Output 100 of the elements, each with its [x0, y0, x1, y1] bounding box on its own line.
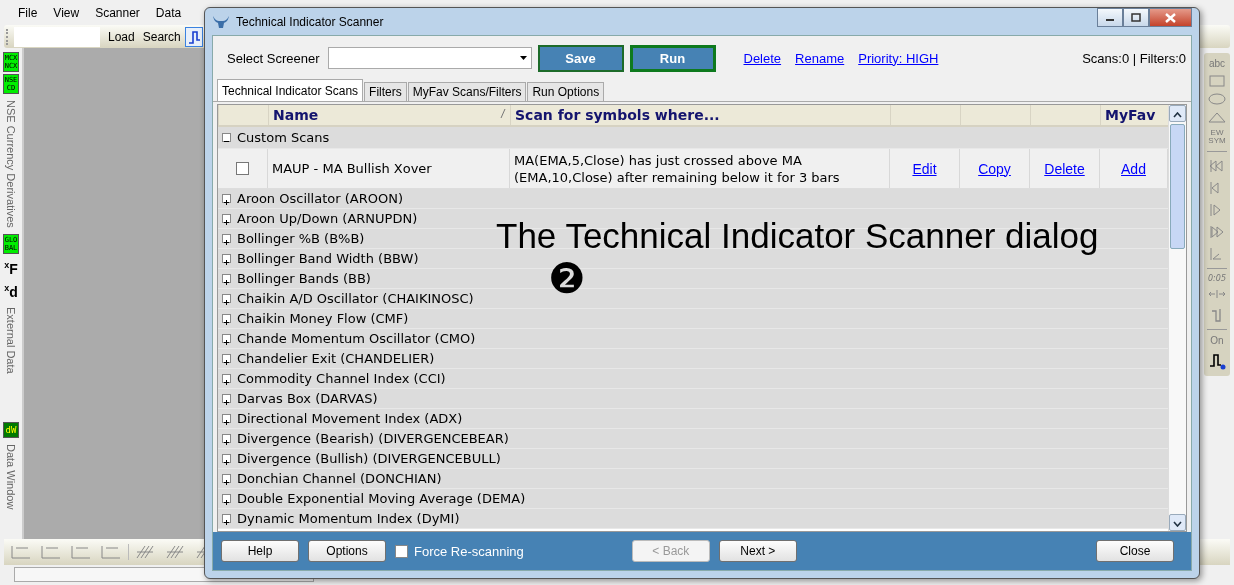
plus-icon — [223, 219, 230, 226]
column-header[interactable]: Name — [273, 107, 319, 123]
step-line-icon[interactable] — [1208, 352, 1226, 370]
scan-row[interactable]: MAUP - MA Bullish Xover MA(EMA,5,Close) has just crossed above MA (EMA,10,Close) after remaining below it for 3 bars Edit Copy Delete Add — [218, 149, 1168, 189]
menu-item[interactable]: View — [45, 5, 88, 20]
plus-icon — [223, 279, 230, 286]
expand-toggle[interactable] — [222, 274, 231, 283]
group-label[interactable]: Chande Momentum Oscillator (CMO) — [237, 331, 476, 346]
expand-toggle[interactable] — [222, 354, 231, 363]
scroll-down-button[interactable] — [1169, 514, 1186, 531]
group-label[interactable]: Aroon Oscillator (AROON) — [237, 191, 403, 206]
expand-toggle[interactable] — [222, 434, 231, 443]
expand-toggle[interactable] — [222, 334, 231, 343]
toolbar-button[interactable]: Load — [104, 29, 139, 44]
tab[interactable]: Filters — [364, 82, 407, 101]
group-label[interactable]: Custom Scans — [237, 130, 330, 145]
scroll-up-button[interactable] — [1169, 105, 1186, 122]
plus-icon — [223, 319, 230, 326]
expand-toggle[interactable] — [222, 394, 231, 403]
menu-item[interactable]: File — [10, 5, 46, 20]
expand-toggle[interactable] — [222, 294, 231, 303]
toolbar-button[interactable]: Search — [138, 29, 185, 44]
formula-tab-label[interactable]: $^{x}$d — [4, 279, 18, 302]
table-cell: MA(EMA,5,Close) has just crossed above MA (EMA,10,Close) after remaining below it for 3 bars — [510, 149, 890, 188]
tab[interactable]: Run Options — [527, 82, 605, 101]
menu-item[interactable]: Data — [147, 5, 190, 20]
checkbox-label[interactable]: Force Re-scanning — [414, 543, 524, 559]
expand-toggle[interactable] — [222, 454, 231, 463]
group-label[interactable]: Bollinger Band Width (BBW) — [237, 251, 419, 266]
plus-icon — [223, 399, 230, 406]
group-label[interactable]: Commodity Channel Index (CCI) — [237, 371, 446, 386]
footer-button[interactable]: Help — [221, 540, 299, 562]
formula-tab-label[interactable]: $^{x}$F — [4, 255, 18, 278]
expand-toggle[interactable] — [222, 314, 231, 323]
group-label[interactable]: Chaikin A/D Oscillator (CHAIKINOSC) — [237, 291, 474, 306]
panel-tab-label[interactable]: External Data — [5, 303, 17, 378]
link[interactable]: Priority: HIGH — [858, 50, 939, 66]
group-label[interactable]: Bollinger %B (B%B) — [237, 231, 365, 246]
panel-tab-label[interactable]: Data Window — [5, 439, 17, 514]
close-icon — [1165, 12, 1176, 23]
sort-icon[interactable] — [500, 107, 506, 119]
next-button[interactable]: Next > — [718, 540, 797, 562]
close-button[interactable] — [1149, 8, 1192, 27]
action-link[interactable]: Delete — [1044, 160, 1085, 177]
expand-toggle[interactable] — [222, 194, 231, 203]
save-button[interactable]: Save — [537, 44, 624, 72]
plus-icon — [223, 419, 230, 426]
expand-toggle[interactable] — [222, 374, 231, 383]
link[interactable]: Delete — [743, 50, 782, 66]
maximize-button[interactable] — [1123, 8, 1149, 27]
footer-button[interactable]: Options — [308, 540, 386, 562]
expand-toggle[interactable] — [222, 214, 231, 223]
annotation-text: The Technical Indicator Scanner dialog — [496, 216, 1099, 256]
group-label[interactable]: Chandelier Exit (CHANDELIER) — [237, 351, 435, 366]
expand-toggle[interactable] — [222, 494, 231, 503]
group-label[interactable]: Directional Movement Index (ADX) — [237, 411, 463, 426]
action-link[interactable]: Edit — [912, 160, 937, 177]
group-label[interactable]: Dynamic Momentum Index (DyMI) — [237, 511, 460, 526]
symbol-input-field[interactable] — [14, 26, 100, 47]
expand-toggle[interactable] — [222, 474, 231, 483]
plus-icon — [223, 459, 230, 466]
scrollbar[interactable] — [1168, 105, 1186, 531]
action-link[interactable]: Copy — [978, 160, 1011, 177]
column-header[interactable]: Scan for symbols where... — [510, 105, 890, 125]
plus-icon — [223, 479, 230, 486]
run-button[interactable]: Run — [629, 44, 716, 72]
expand-toggle[interactable] — [222, 414, 231, 423]
checkbox[interactable] — [236, 162, 249, 175]
close-dialog-button[interactable]: Close — [1096, 540, 1174, 562]
tab[interactable]: MyFav Scans/Filters — [407, 82, 527, 101]
tab[interactable]: Technical Indicator Scans — [217, 79, 364, 101]
minus-icon — [223, 138, 230, 145]
plus-icon — [223, 339, 230, 346]
action-link[interactable]: Add — [1121, 160, 1146, 177]
screener-label: Select Screener — [227, 50, 320, 66]
plus-icon — [223, 379, 230, 386]
dialog-title: Technical Indicator Scanner — [236, 14, 384, 29]
expand-toggle[interactable] — [222, 514, 231, 523]
checkbox[interactable] — [395, 544, 408, 558]
bull-icon — [212, 14, 230, 29]
group-label[interactable]: Chaikin Money Flow (CMF) — [237, 311, 409, 326]
scan-counts: Scans:0 | Filters:0 — [1082, 50, 1186, 66]
group-label[interactable]: Donchian Channel (DONCHIAN) — [237, 471, 442, 486]
panel-tab-label[interactable]: NSE Currency Derivatives — [5, 96, 17, 232]
expand-toggle[interactable] — [222, 234, 231, 243]
menu-item[interactable]: Scanner — [87, 5, 148, 20]
plus-icon — [223, 239, 230, 246]
chart-tool-button[interactable] — [184, 26, 203, 47]
group-label[interactable]: Aroon Up/Down (ARNUPDN) — [237, 211, 418, 226]
link[interactable]: Rename — [795, 50, 845, 66]
expand-toggle[interactable] — [222, 133, 231, 142]
plus-icon — [223, 359, 230, 366]
group-label[interactable]: Bollinger Bands (BB) — [237, 271, 371, 286]
minimize-button[interactable] — [1097, 8, 1123, 27]
expand-toggle[interactable] — [222, 254, 231, 263]
group-label[interactable]: Darvas Box (DARVAS) — [237, 391, 378, 406]
panel-badge[interactable]: dW — [3, 421, 19, 438]
maximize-icon — [1131, 13, 1141, 22]
step-number: ❷ — [548, 258, 586, 300]
scroll-thumb[interactable] — [1170, 124, 1185, 249]
